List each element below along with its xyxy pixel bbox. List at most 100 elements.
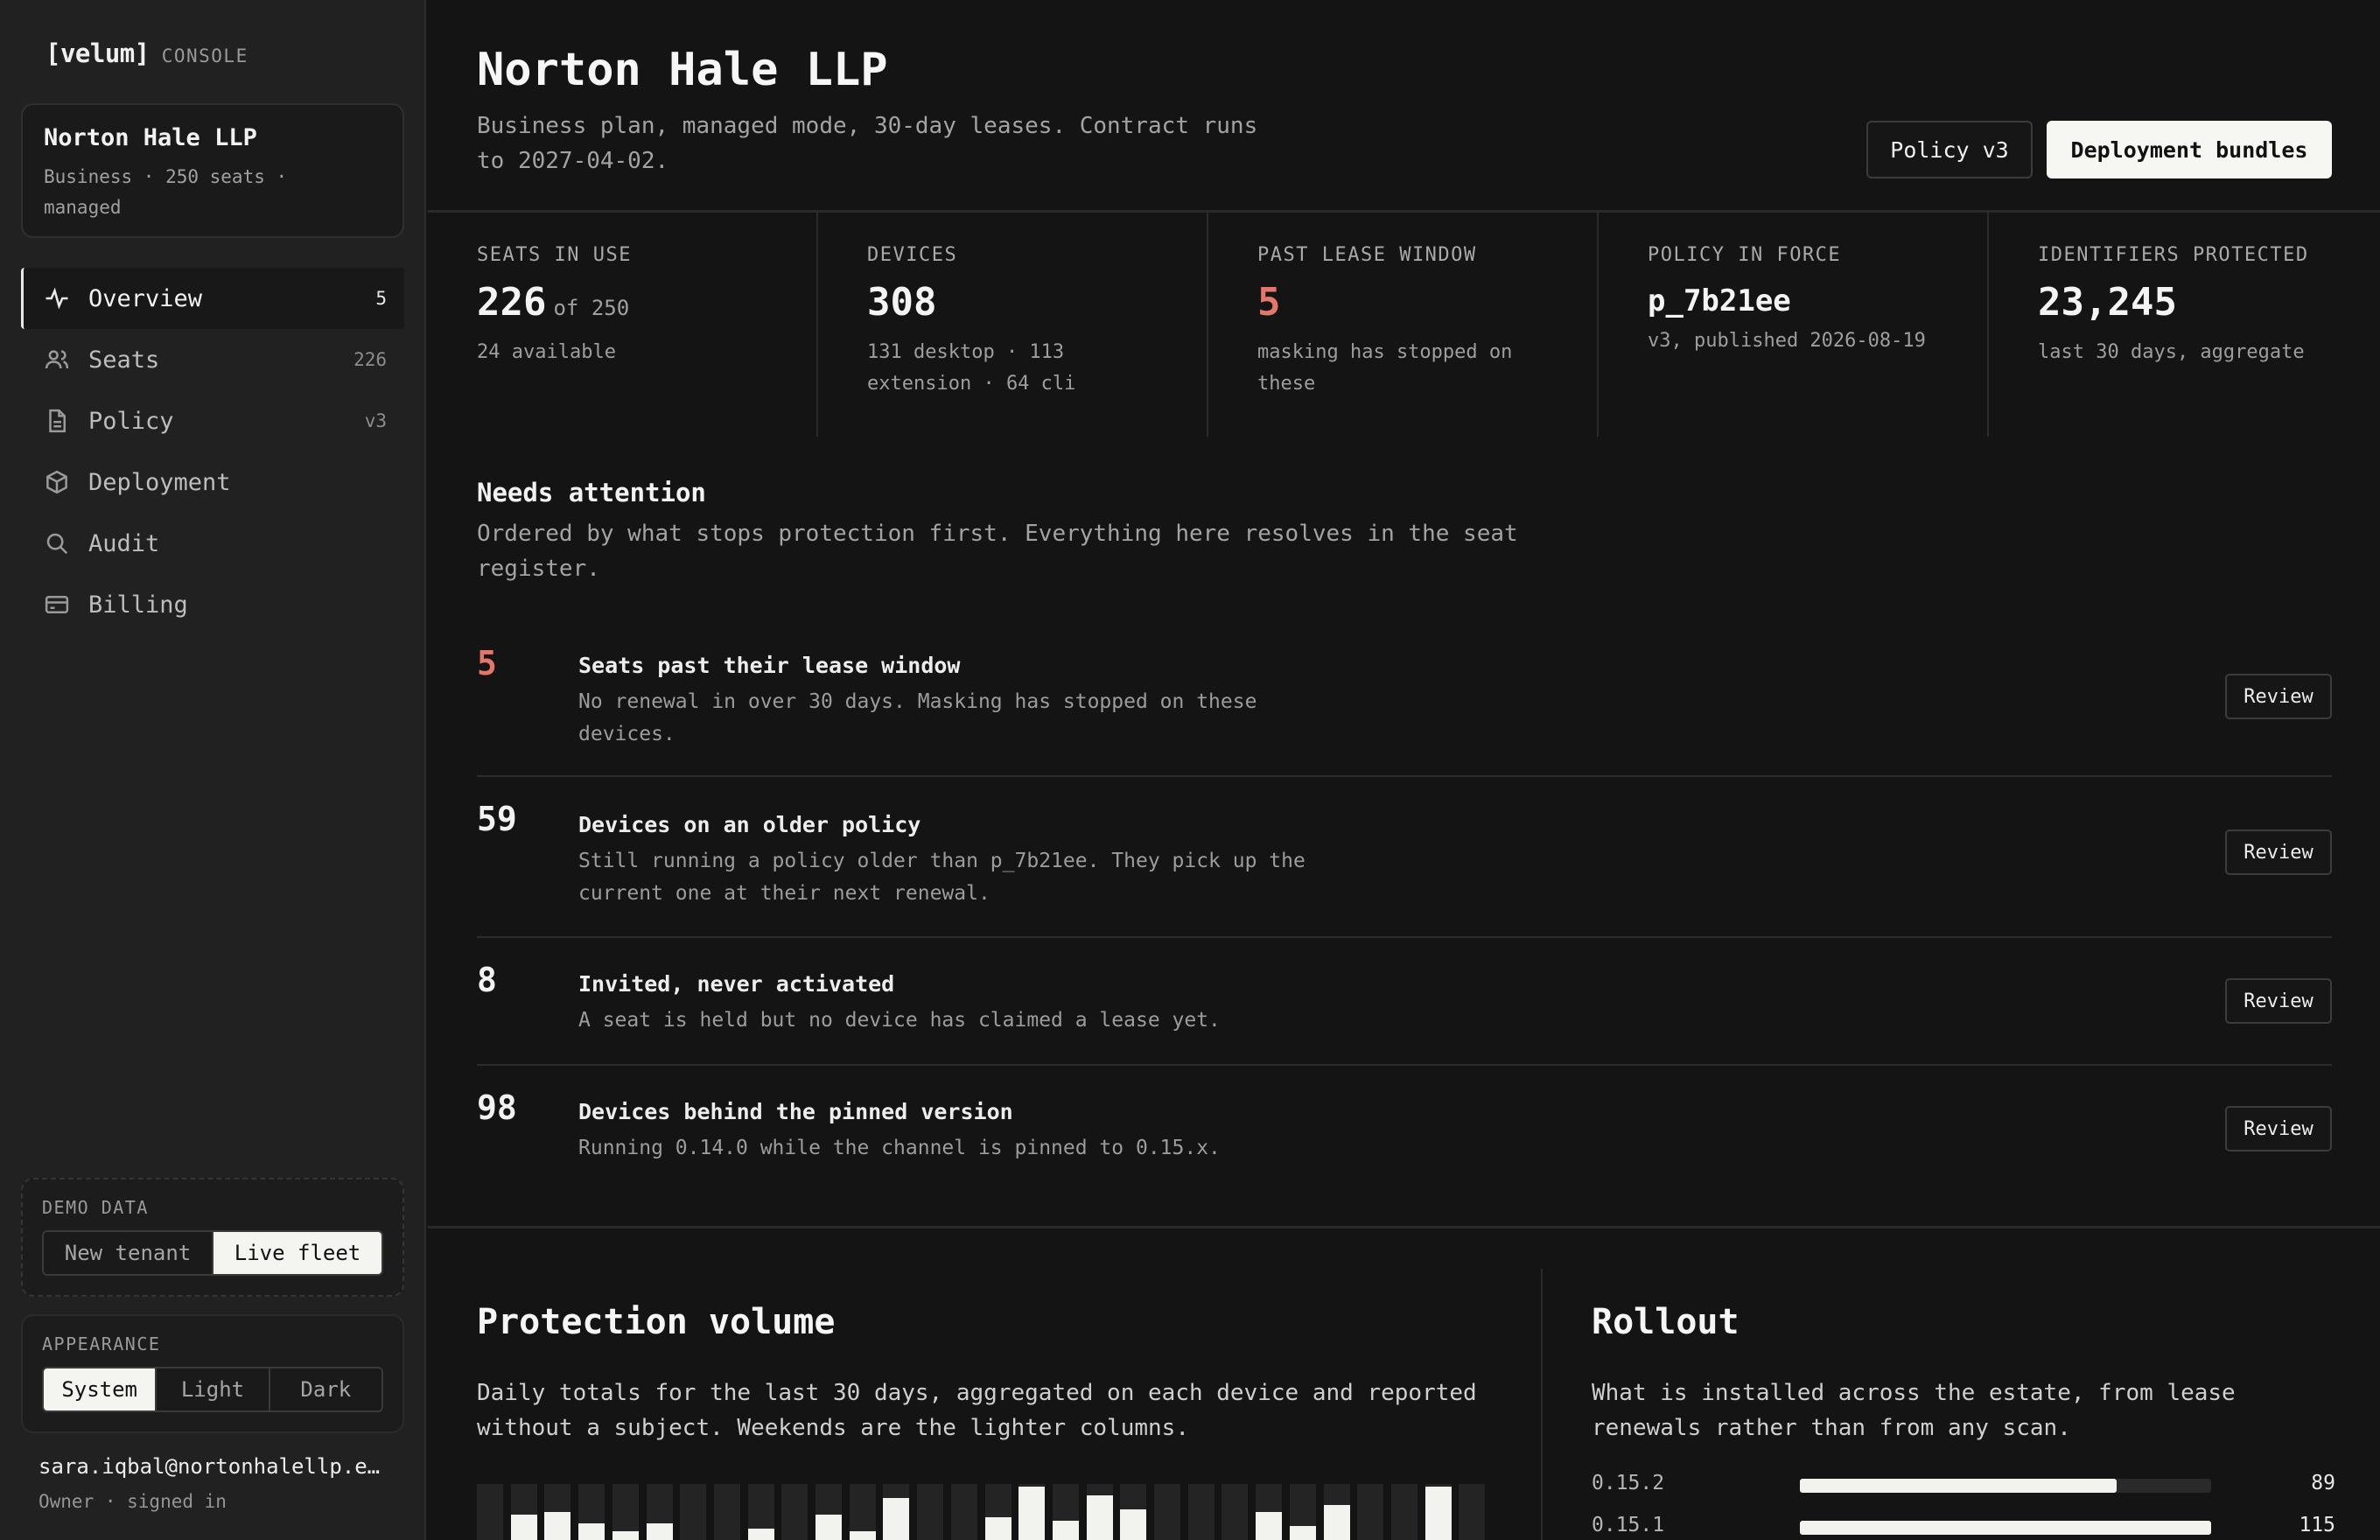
sidebar-item-audit[interactable]: Audit <box>21 513 404 574</box>
brand-product: CONSOLE <box>161 46 248 66</box>
chart-bar <box>1289 1526 1316 1540</box>
chart-bar-slot <box>883 1484 910 1540</box>
appearance-title: APPEARANCE <box>42 1334 161 1354</box>
review-button[interactable]: Review <box>2225 674 2332 719</box>
stat-past-lease-window: PAST LEASE WINDOW 5 masking has stopped … <box>1208 213 1599 437</box>
chart-bar <box>747 1529 774 1540</box>
rollout-bar-fill <box>1800 1479 2117 1493</box>
appearance-option-system[interactable]: System <box>44 1368 158 1410</box>
chart-bar <box>1120 1508 1147 1540</box>
chart-bar-slot <box>578 1484 606 1540</box>
rollout-list: 0.15.2 89 0.15.1 115 <box>1592 1472 2335 1540</box>
demo-data-toggle: New tenant Live fleet <box>42 1230 383 1276</box>
deployment-bundles-button[interactable]: Deployment bundles <box>2047 121 2332 178</box>
demo-data-panel: DEMO DATA New tenant Live fleet <box>21 1178 404 1297</box>
page-subtitle: Business plan, managed mode, 30-day leas… <box>477 113 1258 174</box>
policy-version-button[interactable]: Policy v3 <box>1866 121 2033 178</box>
chart-bar-slot <box>917 1484 944 1540</box>
stat-value: 308 <box>867 280 937 325</box>
sidebar-item-deployment[interactable]: Deployment <box>21 452 404 513</box>
chart-bar-slot <box>713 1484 740 1540</box>
sidebar-item-overview[interactable]: Overview 5 <box>21 268 404 329</box>
sidebar-item-count: 226 <box>354 349 387 370</box>
appearance-option-dark[interactable]: Dark <box>270 1368 382 1410</box>
chart-bar-slot <box>1120 1484 1147 1540</box>
attention-title: Seats past their lease window <box>578 653 961 678</box>
chart-bar-slot <box>1187 1484 1214 1540</box>
user-account[interactable]: sara.iqbal@nortonhalellp.e… Owner · sign… <box>38 1454 388 1512</box>
section-divider <box>428 1226 2380 1228</box>
stat-note: masking has stopped on these <box>1257 341 1513 395</box>
sidebar: [velum] CONSOLE Norton Hale LLP Business… <box>0 0 426 1540</box>
chart-bar <box>1323 1505 1350 1540</box>
chart-bar <box>612 1531 639 1540</box>
sidebar-item-policy[interactable]: Policy v3 <box>21 390 404 452</box>
chart-bar <box>849 1531 876 1540</box>
sidebar-item-label: Policy <box>88 407 174 435</box>
sidebar-nav: Overview 5 Seats 226 Policy v3 Deploymen… <box>21 268 404 635</box>
attention-title: Devices on an older policy <box>578 812 921 837</box>
rollout-count: 89 <box>2311 1472 2335 1494</box>
needs-attention-list: 5 Seats past their lease window No renew… <box>477 621 2332 1194</box>
attention-count: 5 <box>477 644 497 682</box>
appearance-option-light[interactable]: Light <box>157 1368 270 1410</box>
appearance-panel: APPEARANCE System Light Dark <box>21 1314 404 1433</box>
chart-bar-slot <box>781 1484 808 1540</box>
chart-bar-slot <box>1018 1484 1046 1540</box>
stat-label: PAST LEASE WINDOW <box>1257 244 1477 266</box>
chart-bar-slot <box>1154 1484 1180 1540</box>
needs-attention-subtitle: Ordered by what stops protection first. … <box>477 521 1518 582</box>
chart-bar <box>1086 1494 1113 1540</box>
attention-count: 98 <box>477 1088 517 1127</box>
rollout-title: Rollout <box>1592 1302 1740 1342</box>
stat-label: IDENTIFIERS PROTECTED <box>2038 244 2309 266</box>
stat-identifiers-protected: IDENTIFIERS PROTECTED 23,245 last 30 day… <box>1989 213 2379 437</box>
search-icon <box>43 529 71 557</box>
sidebar-item-label: Seats <box>88 346 160 374</box>
chart-bar-slot <box>1390 1484 1418 1540</box>
chart-bar-slot <box>544 1484 571 1540</box>
sidebar-item-count: v3 <box>364 410 387 431</box>
demo-option-live-fleet[interactable]: Live fleet <box>214 1232 382 1274</box>
review-button[interactable]: Review <box>2225 1106 2332 1152</box>
page-title: Norton Hale LLP <box>477 44 888 96</box>
stat-note: 24 available <box>477 341 616 363</box>
review-button[interactable]: Review <box>2225 978 2332 1024</box>
protection-volume-chart <box>477 1484 1497 1540</box>
list-item: 98 Devices behind the pinned version Run… <box>477 1066 2332 1194</box>
stat-suffix: of 250 <box>553 296 630 320</box>
brand-logo: [velum] <box>46 38 150 68</box>
chart-bar-slot <box>950 1484 977 1540</box>
stat-seats-in-use: SEATS IN USE 226 of 250 24 available <box>428 213 818 437</box>
stat-value: 226 of 250 <box>477 280 816 325</box>
brand[interactable]: [velum] CONSOLE <box>46 38 248 68</box>
stat-note: last 30 days, aggregate <box>2038 341 2305 363</box>
chart-bar-slot <box>816 1484 842 1540</box>
sidebar-item-label: Overview <box>88 284 203 312</box>
attention-description: Running 0.14.0 while the channel is pinn… <box>578 1137 1221 1159</box>
demo-option-new-tenant[interactable]: New tenant <box>44 1232 214 1274</box>
chart-bar-slot <box>1357 1484 1384 1540</box>
chart-bar-slot <box>1459 1484 1486 1540</box>
stat-number: 226 <box>477 280 547 325</box>
appearance-toggle: System Light Dark <box>42 1367 383 1412</box>
list-item: 59 Devices on an older policy Still runn… <box>477 777 2332 938</box>
chart-bar <box>578 1522 606 1540</box>
sidebar-item-seats[interactable]: Seats 226 <box>21 329 404 390</box>
sidebar-item-count: 5 <box>375 288 387 309</box>
review-button[interactable]: Review <box>2225 830 2332 875</box>
main-content: Norton Hale LLP Business plan, managed m… <box>428 0 2380 1540</box>
rollout-bar-track <box>1800 1521 2211 1535</box>
chart-bar-slot <box>984 1484 1012 1540</box>
chart-bar <box>510 1515 537 1540</box>
stat-value: p_7b21ee <box>1648 284 1791 318</box>
org-switcher[interactable]: Norton Hale LLP Business · 250 seats · m… <box>21 103 404 238</box>
chart-bar <box>816 1515 842 1540</box>
org-name: Norton Hale LLP <box>44 124 257 151</box>
stat-note: v3, published 2026-08-19 <box>1648 330 1926 352</box>
stat-label: SEATS IN USE <box>477 244 632 266</box>
package-icon <box>43 468 71 496</box>
rollout-subtitle: What is installed across the estate, fro… <box>1592 1380 2236 1441</box>
sidebar-item-billing[interactable]: Billing <box>21 574 404 635</box>
chart-bar-slot <box>1086 1484 1113 1540</box>
